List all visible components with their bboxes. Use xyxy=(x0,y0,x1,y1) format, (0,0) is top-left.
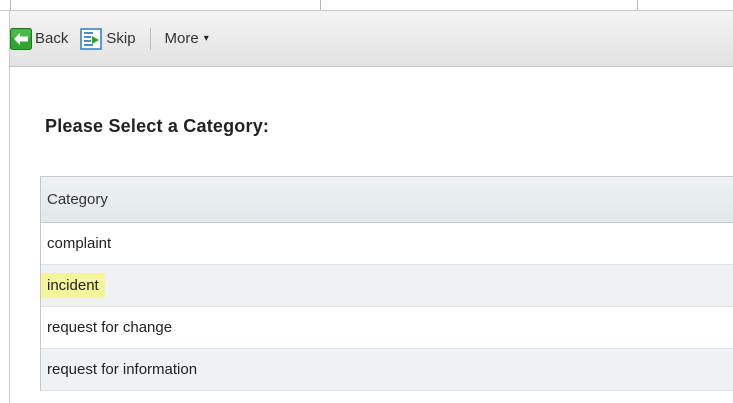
page-title: Please Select a Category: xyxy=(45,116,270,136)
toolbar: Back Skip More ▾ xyxy=(10,11,733,67)
category-cell: incident xyxy=(41,273,105,298)
frame-border xyxy=(9,10,10,403)
column-header-category[interactable]: Category xyxy=(41,177,733,223)
skip-icon xyxy=(80,27,103,50)
category-cell: complaint xyxy=(47,235,112,252)
skip-label: Skip xyxy=(106,30,136,47)
category-cell: request for change xyxy=(47,319,173,336)
toolbar-separator xyxy=(149,27,151,50)
table-row[interactable]: incident xyxy=(41,265,733,307)
category-cell: request for information xyxy=(47,361,198,378)
chevron-down-icon: ▾ xyxy=(203,33,209,44)
table-row[interactable]: request for change xyxy=(41,307,733,349)
table-row[interactable]: request for information xyxy=(41,349,733,391)
page: Back Skip More ▾ Please Select a Categor… xyxy=(0,0,733,403)
more-label: More xyxy=(164,30,199,47)
table-row[interactable]: complaint xyxy=(41,223,733,265)
divider xyxy=(637,0,638,10)
divider xyxy=(10,0,11,10)
divider xyxy=(320,0,321,10)
top-strip xyxy=(0,0,733,11)
back-arrow-icon xyxy=(10,27,32,50)
back-button[interactable]: Back xyxy=(10,26,68,52)
more-menu-button[interactable]: More ▾ xyxy=(165,26,209,52)
skip-button[interactable]: Skip xyxy=(80,26,136,52)
category-table: Category complaint incident request for … xyxy=(40,176,733,391)
back-label: Back xyxy=(35,30,69,47)
